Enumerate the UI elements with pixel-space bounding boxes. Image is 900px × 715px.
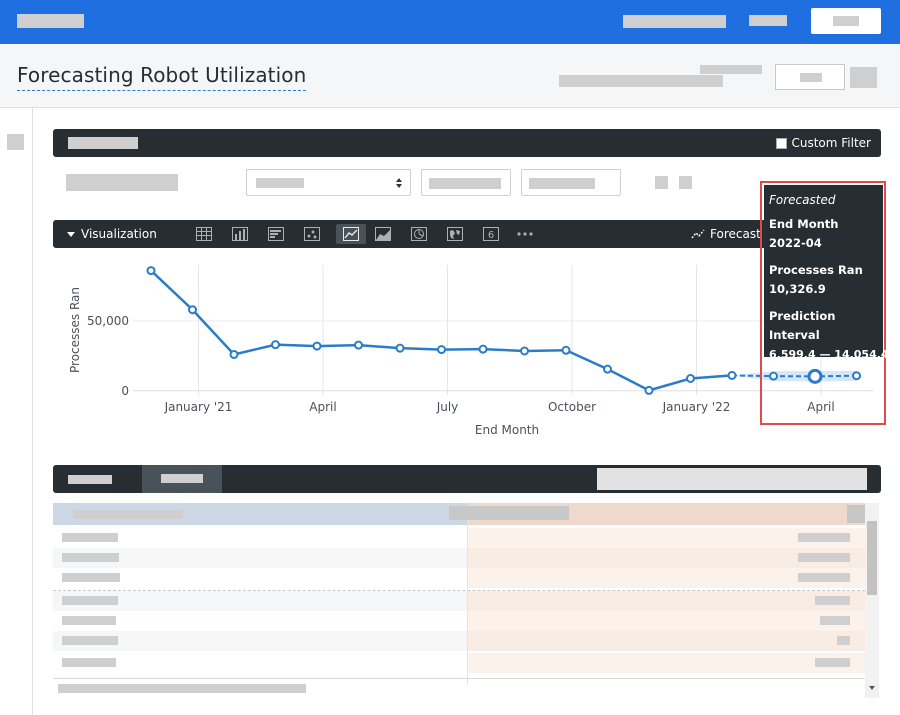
- data-point: [188, 305, 197, 315]
- filter-icon[interactable]: [655, 176, 668, 189]
- svg-text:6: 6: [488, 230, 494, 241]
- header-meta: [559, 75, 723, 87]
- more-icon[interactable]: [514, 224, 536, 244]
- select-arrows-icon: [396, 178, 402, 188]
- tooltip-processes-value: 10,326.9: [769, 282, 826, 296]
- forecast-icon: [691, 229, 705, 239]
- table-row[interactable]: [53, 548, 865, 568]
- table-column-header[interactable]: [449, 503, 867, 525]
- visualization-label: Visualization: [81, 227, 157, 241]
- forecast-tooltip: Forecasted End Month 2022-04 Processes R…: [764, 185, 889, 361]
- table-row[interactable]: [53, 568, 865, 588]
- data-point: [229, 349, 239, 359]
- caret-down-icon: [67, 231, 75, 237]
- filter-input[interactable]: [521, 169, 621, 196]
- data-point: [603, 364, 612, 374]
- filter-section-header: Custom Filter: [53, 129, 881, 157]
- column-chart-icon[interactable]: [229, 224, 251, 244]
- filter-icon[interactable]: [679, 176, 692, 189]
- table-row[interactable]: [53, 528, 865, 548]
- tooltip-processes-label: Processes Ran: [769, 263, 863, 277]
- tooltip-end-month-label: End Month: [769, 217, 839, 231]
- visualization-toolbar: Visualization 6 Forecast: [53, 220, 881, 248]
- filter-input[interactable]: [421, 169, 511, 196]
- data-point: [478, 344, 488, 354]
- data-table-header: [53, 465, 881, 493]
- bar-chart-icon[interactable]: [265, 224, 287, 244]
- table-row[interactable]: [53, 591, 865, 611]
- top-navigation-bar: [0, 0, 900, 44]
- x-tick-label: October: [548, 400, 596, 414]
- table-row[interactable]: [53, 611, 865, 631]
- filter-section-title: [68, 137, 138, 149]
- app-logo[interactable]: [17, 14, 84, 28]
- series-line-actual: [150, 269, 733, 392]
- scroll-down-icon[interactable]: [869, 686, 875, 691]
- table-tab-active[interactable]: [142, 465, 222, 493]
- visualization-toggle[interactable]: Visualization: [67, 227, 157, 241]
- scrollbar-thumb[interactable]: [58, 684, 306, 693]
- data-point: [561, 345, 571, 355]
- line-chart-icon[interactable]: [336, 224, 366, 244]
- nav-button[interactable]: [811, 8, 881, 34]
- data-point: [271, 340, 280, 350]
- tooltip-end-month-value: 2022-04: [769, 236, 822, 250]
- single-value-icon[interactable]: 6: [480, 224, 502, 244]
- y-tick-label: 50,000: [87, 314, 129, 328]
- data-point: [395, 343, 405, 353]
- x-axis-title: End Month: [475, 423, 539, 437]
- y-axis-title: Processes Ran: [68, 287, 82, 373]
- forecast-label: Forecast: [710, 227, 761, 241]
- custom-filter-checkbox[interactable]: [776, 137, 788, 149]
- table-column-header[interactable]: [53, 503, 467, 525]
- nav-link[interactable]: [623, 15, 726, 28]
- sidebar-toggle-icon[interactable]: [7, 134, 24, 150]
- column-divider: [467, 525, 468, 685]
- x-tick-label: January '22: [662, 400, 731, 414]
- filter-label: [66, 174, 178, 191]
- table-row[interactable]: [53, 653, 865, 673]
- data-point: [437, 345, 446, 355]
- header-button[interactable]: [775, 64, 845, 90]
- data-point: [686, 374, 695, 384]
- table-tab[interactable]: [68, 475, 112, 484]
- x-tick-label: April: [309, 400, 336, 414]
- data-table: [53, 503, 881, 698]
- filter-select[interactable]: [246, 169, 411, 196]
- pie-chart-icon[interactable]: [408, 224, 430, 244]
- data-point: [354, 340, 363, 350]
- table-row[interactable]: [53, 631, 865, 651]
- table-header-control[interactable]: [847, 505, 865, 523]
- area-chart-icon[interactable]: [372, 224, 394, 244]
- y-tick-label: 0: [121, 384, 129, 398]
- tooltip-title: Forecasted: [769, 193, 836, 207]
- scrollbar-thumb[interactable]: [867, 521, 877, 595]
- scatter-icon[interactable]: [301, 224, 323, 244]
- custom-filter-toggle[interactable]: Custom Filter: [776, 136, 871, 150]
- left-rail-divider: [32, 108, 33, 715]
- data-point: [727, 370, 737, 380]
- header-menu-button[interactable]: [850, 67, 877, 88]
- data-point: [520, 346, 529, 356]
- horizontal-scrollbar[interactable]: [53, 678, 865, 698]
- data-point: [312, 341, 322, 351]
- vertical-scrollbar[interactable]: [865, 503, 879, 698]
- map-icon[interactable]: [444, 224, 466, 244]
- x-tick-label: January '21: [164, 400, 233, 414]
- data-point: [146, 266, 156, 276]
- table-icon[interactable]: [193, 224, 215, 244]
- header-meta: [700, 65, 762, 74]
- table-search[interactable]: [597, 468, 867, 490]
- data-point: [644, 385, 654, 395]
- page-title[interactable]: Forecasting Robot Utilization: [17, 63, 307, 91]
- tooltip-interval-label: Prediction Interval: [769, 309, 836, 342]
- nav-link[interactable]: [749, 15, 787, 26]
- x-tick-label: July: [436, 400, 459, 414]
- forecast-toggle[interactable]: Forecast: [691, 227, 761, 241]
- tooltip-interval-value: 6,599.4 — 14,054.4: [769, 348, 889, 361]
- line-chart: 0 50,000 January '21 April July October Januar…: [68, 265, 873, 437]
- custom-filter-label: Custom Filter: [791, 136, 871, 150]
